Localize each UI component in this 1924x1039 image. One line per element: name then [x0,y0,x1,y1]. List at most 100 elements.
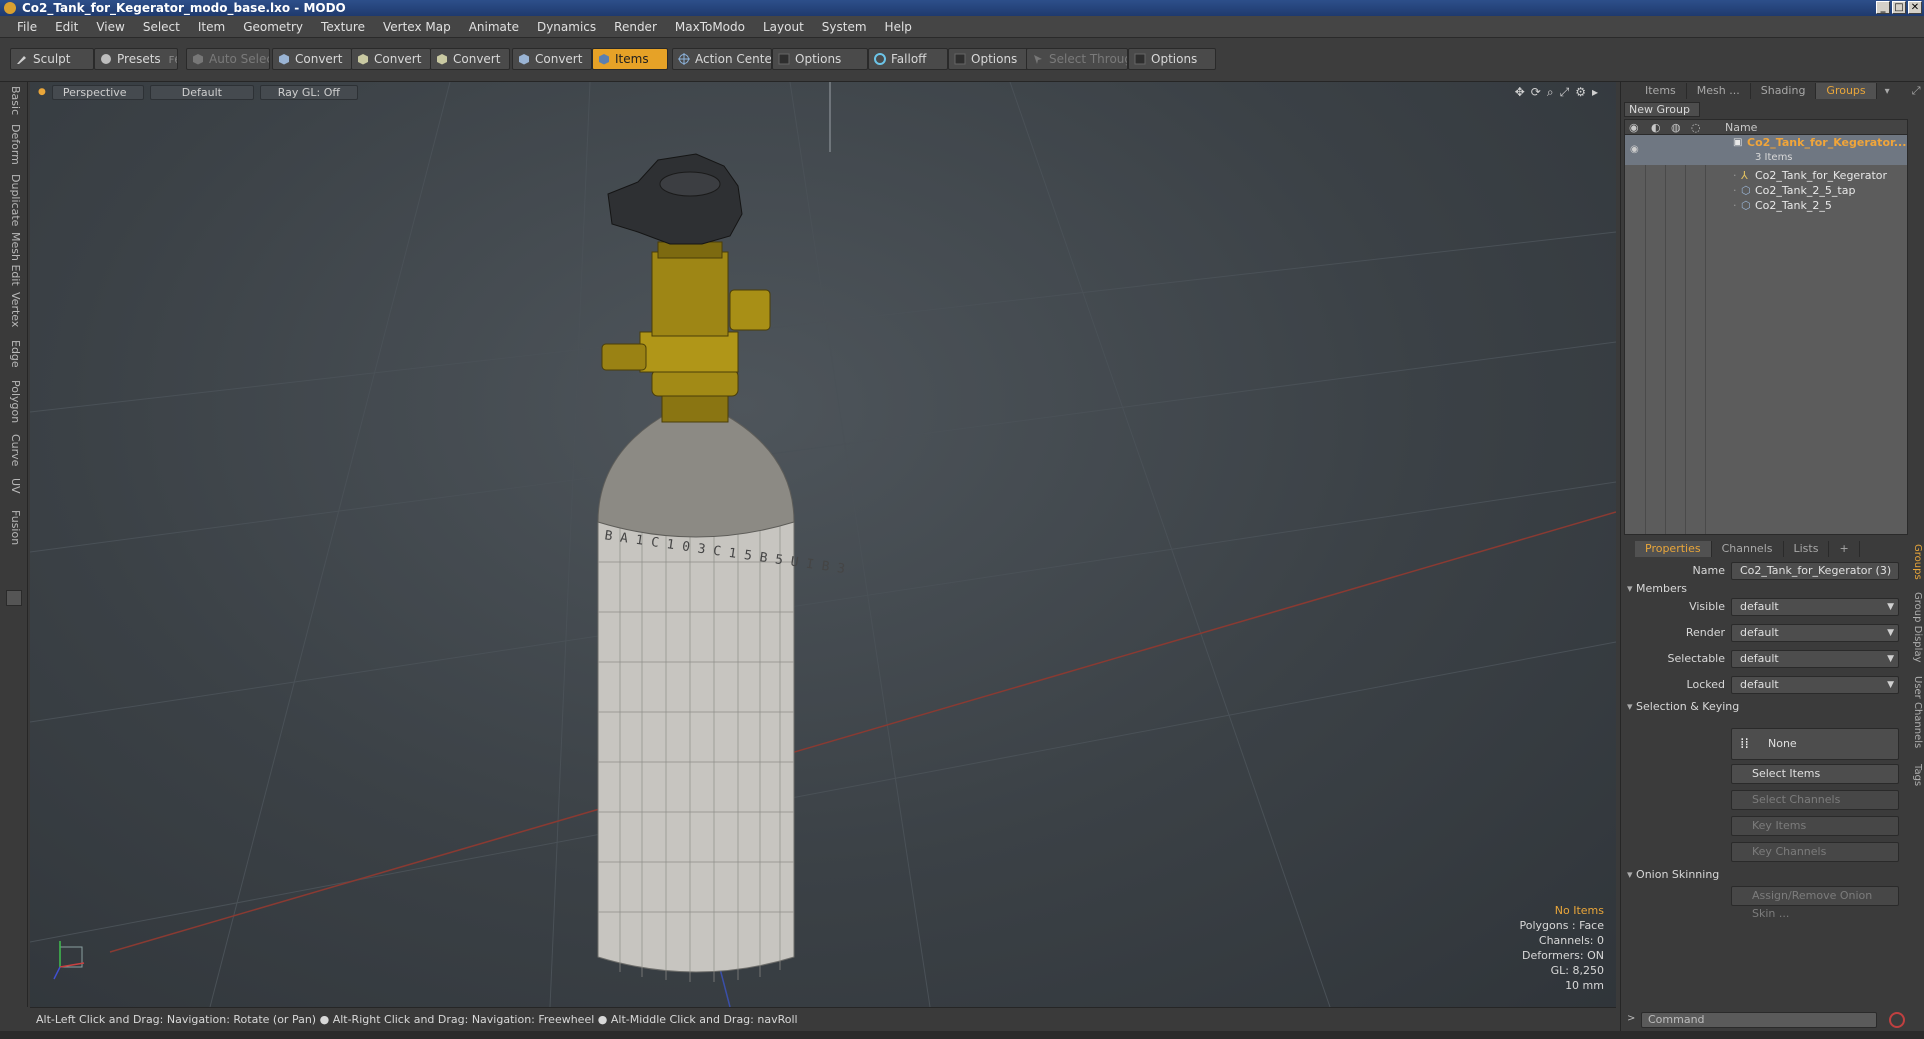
visible-row: Visible default ▼ [1621,598,1911,616]
convert-button-2[interactable]: Convert [351,48,431,70]
panel-expand-icon[interactable]: ⤢ [1912,84,1921,98]
key-channels-button[interactable]: Key Channels [1731,842,1899,862]
tab-properties[interactable]: Properties [1635,541,1712,557]
tab-shading[interactable]: Shading [1751,83,1817,99]
render-dropdown[interactable]: default ▼ [1731,624,1899,642]
command-expand-icon[interactable]: > [1627,1013,1635,1024]
menu-view[interactable]: View [87,20,133,34]
tab-vertex[interactable]: Vertex [6,292,22,327]
items-mode-button[interactable]: Items [592,48,668,70]
convert-button-1[interactable]: Convert [272,48,352,70]
fit-icon[interactable]: ⤢ [1560,85,1570,100]
select-through-button[interactable]: Select Through [1026,48,1128,70]
group-name-field[interactable]: Co2_Tank_for_Kegerator (3) [1731,562,1899,580]
groups-tree-header: ◉ ◐ ◍ ◌ Name [1625,120,1907,135]
expand-arrow-icon[interactable]: ▸ [1592,85,1598,100]
tab-items[interactable]: Items [1635,83,1687,99]
menu-layout[interactable]: Layout [754,20,813,34]
visibility-eye-icon[interactable]: ◉ [1630,142,1639,157]
falloff-button[interactable]: Falloff [868,48,948,70]
menu-animate[interactable]: Animate [460,20,528,34]
polygons-info: Polygons : Face [1519,919,1604,932]
options-button-2[interactable]: Options [948,48,1028,70]
none-button[interactable]: ⁞⁞ None [1731,728,1899,760]
tab-mesh[interactable]: Mesh ... [1687,83,1751,99]
settings-gear-icon[interactable]: ⚙ [1575,85,1586,100]
options-button-1[interactable]: Options [772,48,868,70]
command-bar: > Command [1621,1010,1924,1030]
tab-uv[interactable]: UV [6,478,22,494]
sculpt-button[interactable]: Sculpt [10,48,94,70]
tab-basic[interactable]: Basic [6,86,22,115]
assign-onion-skin-button[interactable]: Assign/Remove Onion Skin ... [1731,886,1899,920]
menu-edit[interactable]: Edit [46,20,87,34]
menu-item[interactable]: Item [189,20,234,34]
select-channels-button[interactable]: Select Channels [1731,790,1899,810]
scale-info: 10 mm [1565,979,1604,992]
tab-lists[interactable]: Lists [1784,541,1830,557]
key-items-button[interactable]: Key Items [1731,816,1899,836]
selection-keying-section[interactable]: Selection & Keying [1627,700,1739,713]
members-section[interactable]: Members [1627,582,1687,595]
maximize-button[interactable]: □ [1892,1,1906,14]
tab-curve[interactable]: Curve [6,434,22,466]
raygl-toggle[interactable]: Ray GL: Off [259,84,358,100]
action-center-button[interactable]: Action Center [672,48,772,70]
close-button[interactable]: ✕ [1908,1,1922,14]
rotate-icon[interactable]: ⟳ [1531,85,1541,100]
menu-vertex-map[interactable]: Vertex Map [374,20,460,34]
menu-render[interactable]: Render [605,20,666,34]
tab-duplicate[interactable]: Duplicate [6,174,22,226]
tab-groups[interactable]: Groups [1816,83,1877,99]
convert-button-4[interactable]: Convert [512,48,592,70]
menu-maxtomodo[interactable]: MaxToModo [666,20,754,34]
onion-skinning-section[interactable]: Onion Skinning [1627,868,1719,881]
main-toolbar: Sculpt PresetsF6 Auto Select Convert Con… [0,38,1924,82]
gl-info: GL: 8,250 [1550,964,1604,977]
menu-file[interactable]: File [8,20,46,34]
toolbox-toggle[interactable] [6,590,22,606]
window-controls: _ □ ✕ [1876,1,1922,14]
mesh-icon: ⬡ [1741,199,1751,212]
pan-icon[interactable]: ✥ [1515,85,1525,100]
tabs-dropdown-icon[interactable]: ▾ [1885,86,1890,97]
presets-button[interactable]: PresetsF6 [94,48,178,70]
menu-select[interactable]: Select [134,20,189,34]
visible-dropdown[interactable]: default ▼ [1731,598,1899,616]
menu-geometry[interactable]: Geometry [234,20,312,34]
selectable-row: Selectable default ▼ [1621,650,1911,668]
selectable-dropdown[interactable]: default ▼ [1731,650,1899,668]
side-tab-group-display[interactable]: Group Display [1911,592,1923,662]
name-column-header[interactable]: Name [1725,121,1757,134]
convert-button-3[interactable]: Convert [430,48,510,70]
new-group-button[interactable]: New Group [1624,102,1700,117]
menu-help[interactable]: Help [876,20,921,34]
menu-system[interactable]: System [813,20,876,34]
minimize-button[interactable]: _ [1876,1,1890,14]
tab-deform[interactable]: Deform [6,124,22,165]
shading-dropdown[interactable]: Default [149,84,254,100]
tab-fusion[interactable]: Fusion [6,510,22,545]
tree-item-label: Co2_Tank_2_5_tap [1755,184,1856,197]
select-items-button[interactable]: Select Items [1731,764,1899,784]
options-button-3[interactable]: Options [1128,48,1216,70]
record-icon[interactable] [1889,1012,1905,1028]
tab-edge[interactable]: Edge [6,340,22,368]
locked-dropdown[interactable]: default ▼ [1731,676,1899,694]
tab-channels[interactable]: Channels [1712,541,1784,557]
view-type-dropdown[interactable]: Perspective [51,84,144,100]
side-tab-tags[interactable]: Tags [1911,764,1923,786]
command-input[interactable]: Command [1641,1012,1877,1028]
add-tab-button[interactable]: + [1829,541,1860,557]
auto-select-button[interactable]: Auto Select [186,48,270,70]
menu-dynamics[interactable]: Dynamics [528,20,605,34]
tab-polygon[interactable]: Polygon [6,380,22,423]
group-row-root[interactable]: ◉ ▣ Co2_Tank_for_Kegerator... 3 Items [1625,135,1907,165]
menu-texture[interactable]: Texture [312,20,374,34]
side-tab-groups[interactable]: Groups [1911,544,1923,580]
viewport-menu-dot-icon[interactable]: ● [38,87,46,97]
3d-viewport[interactable]: B A 1 C 1 0 3 C 1 5 B 5 U I B 3 ● Perspe… [30,82,1616,1007]
tab-mesh-edit[interactable]: Mesh Edit [6,232,22,286]
side-tab-user-channels[interactable]: User Channels [1911,676,1923,748]
zoom-icon[interactable]: ⌕ [1547,85,1554,100]
